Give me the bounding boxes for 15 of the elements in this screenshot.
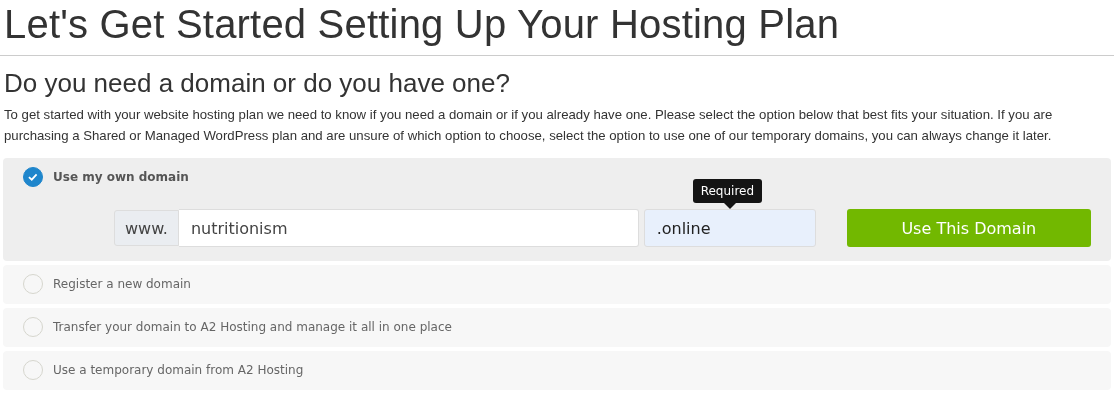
section-heading: Do you need a domain or do you have one? bbox=[4, 68, 511, 99]
page-title: Let's Get Started Setting Up Your Hosting Plan bbox=[3, 1, 841, 48]
domain-input[interactable]: nutritionism bbox=[178, 209, 639, 247]
option-panel[interactable]: Use my own domain www. nutritionism Required .online Use This Domain bbox=[3, 158, 1111, 261]
option-panel[interactable]: Use a temporary domain from A2 Hosting bbox=[3, 351, 1111, 390]
option-panel[interactable]: Transfer your domain to A2 Hosting and manage it all in one place bbox=[3, 308, 1111, 347]
required-tooltip: Required bbox=[692, 179, 763, 203]
tld-input[interactable]: .online bbox=[643, 209, 816, 247]
intro-paragraph: To get started with your website hosting plan we need to know if you need a domain or if you already have one. Please select the option below that best fits your situation. If you are purchasing a Shared or Managed WordPress plan and are unsure of which option to choose, select the option to use one of our temporary domains, you can always change it later. bbox=[4, 106, 1054, 145]
option-label: Use my own domain bbox=[53, 170, 189, 184]
www-prefix: www. bbox=[114, 210, 179, 246]
option-panel[interactable]: Register a new domain bbox=[3, 265, 1111, 304]
option-label: Transfer your domain to A2 Hosting and manage it all in one place bbox=[53, 320, 452, 334]
option-label: Use a temporary domain from A2 Hosting bbox=[53, 363, 304, 377]
option-label: Register a new domain bbox=[53, 277, 191, 291]
